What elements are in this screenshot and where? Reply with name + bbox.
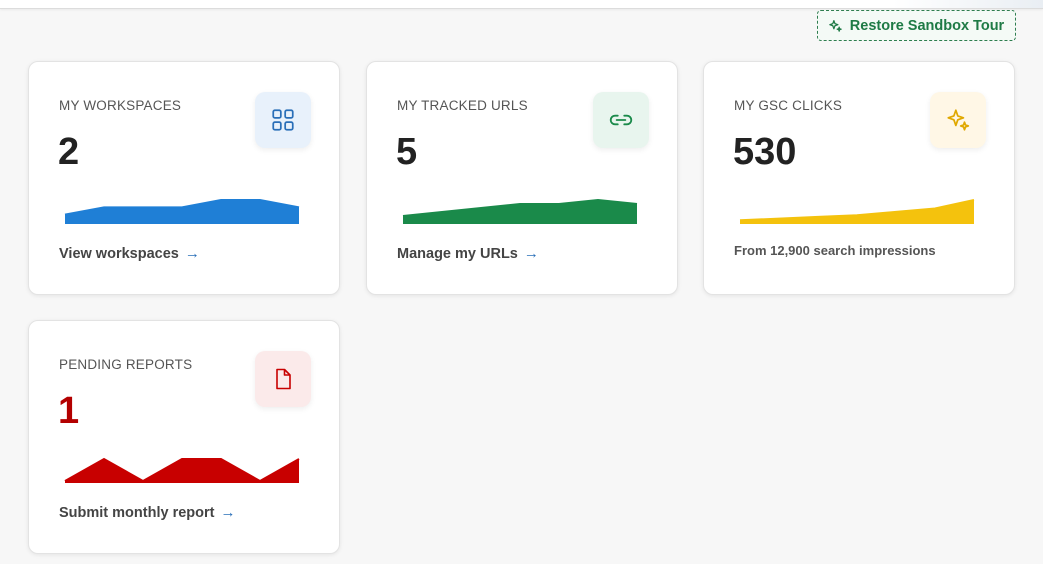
submit-monthly-report-link[interactable]: Submit monthly report → xyxy=(59,504,235,521)
tracked-urls-card: MY TRACKED URLS 5 Manage my URLs → xyxy=(366,61,678,295)
top-bar-accent xyxy=(893,0,1043,8)
arrow-right-icon: → xyxy=(523,245,539,262)
sparkline-area xyxy=(65,200,299,224)
restore-sandbox-tour-label: Restore Sandbox Tour xyxy=(849,17,1005,34)
workspaces-card: MY WORKSPACES 2 View workspaces → xyxy=(28,61,340,295)
card-title: MY TRACKED URLS xyxy=(397,98,528,113)
sparkline-area xyxy=(740,200,974,224)
sparkle-icon xyxy=(828,19,842,32)
card-title: PENDING REPORTS xyxy=(59,357,193,372)
tracked-urls-sparkline xyxy=(402,198,638,224)
document-icon xyxy=(255,351,311,407)
pending-reports-card: PENDING REPORTS 1 Submit monthly report … xyxy=(28,320,340,554)
manage-urls-link[interactable]: Manage my URLs → xyxy=(397,245,539,262)
card-value: 2 xyxy=(58,131,80,173)
workspaces-sparkline xyxy=(64,199,300,224)
card-value: 530 xyxy=(733,131,797,173)
card-value: 1 xyxy=(58,390,80,432)
manage-urls-label: Manage my URLs xyxy=(397,245,518,262)
top-bar xyxy=(0,0,1043,9)
pending-reports-sparkline xyxy=(64,457,300,483)
arrow-right-icon: → xyxy=(184,245,200,262)
gsc-clicks-sparkline xyxy=(739,199,975,224)
grid-icon xyxy=(255,92,311,148)
gsc-clicks-card: MY GSC CLICKS 530 From 12,900 search imp… xyxy=(703,61,1015,295)
submit-monthly-report-label: Submit monthly report xyxy=(59,504,215,521)
card-title: MY WORKSPACES xyxy=(59,98,182,113)
card-value: 5 xyxy=(396,131,418,173)
impressions-note: From 12,900 search impressions xyxy=(734,243,936,258)
card-title: MY GSC CLICKS xyxy=(734,98,843,113)
arrow-right-icon: → xyxy=(220,504,236,521)
view-workspaces-link[interactable]: View workspaces → xyxy=(59,245,200,262)
sparkle-icon xyxy=(930,92,986,148)
view-workspaces-label: View workspaces xyxy=(59,245,179,262)
link-icon xyxy=(593,92,649,148)
restore-sandbox-tour-button[interactable]: Restore Sandbox Tour xyxy=(817,10,1016,41)
